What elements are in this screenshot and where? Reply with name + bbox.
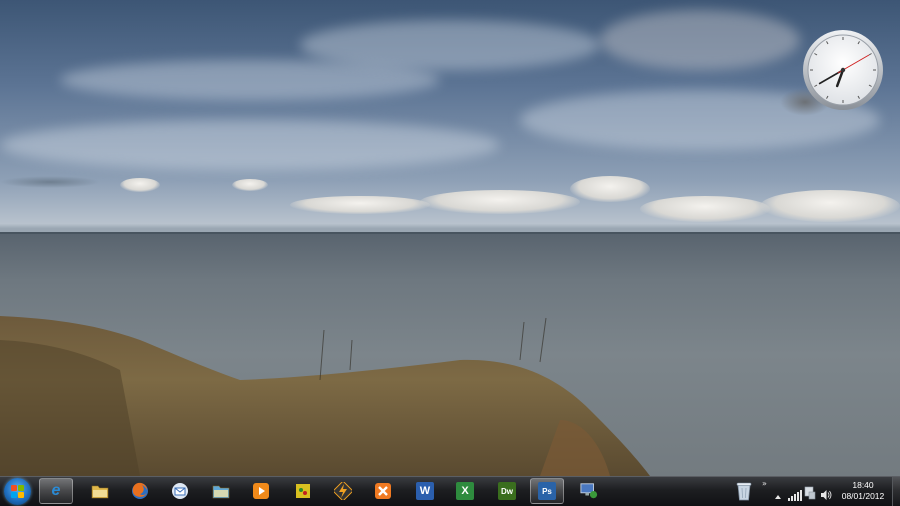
- sky-streak: [0, 120, 500, 170]
- cloud: [420, 190, 580, 214]
- xampp-taskbar-button[interactable]: [366, 478, 400, 504]
- windows-explorer-taskbar-button[interactable]: [83, 478, 117, 504]
- internet-explorer-taskbar-button[interactable]: e: [39, 478, 73, 504]
- cloud: [0, 176, 100, 188]
- network-computer-icon[interactable]: [804, 485, 816, 500]
- show-desktop-button[interactable]: [892, 477, 900, 506]
- photoshop-taskbar-button[interactable]: Ps: [530, 478, 564, 504]
- windows-flag-icon: [11, 485, 25, 499]
- sky-streak: [600, 10, 800, 70]
- recycle-bin-icon[interactable]: [736, 481, 752, 501]
- cloud: [570, 176, 650, 202]
- excel-taskbar-button[interactable]: X: [448, 478, 482, 504]
- start-button[interactable]: [4, 478, 31, 505]
- dreamweaver-icon: Dw: [498, 482, 516, 500]
- cloud: [640, 196, 770, 222]
- horizon: [0, 232, 900, 234]
- media-player-icon: [252, 482, 270, 500]
- cloud: [290, 196, 430, 214]
- cloud: [232, 179, 268, 191]
- cliff-shape: [0, 316, 650, 476]
- thunderbird-icon: [171, 482, 189, 500]
- photoshop-icon: Ps: [538, 482, 556, 500]
- taskbar-clock[interactable]: 18:40 08/01/2012: [838, 480, 888, 502]
- xampp-icon: [374, 482, 392, 500]
- clock-gadget[interactable]: [802, 29, 884, 111]
- word-icon: W: [416, 482, 434, 500]
- clock-time: 18:40: [852, 480, 874, 490]
- chevron-up-icon[interactable]: [774, 486, 784, 499]
- windows-explorer-icon: [91, 482, 109, 500]
- desktop-wallpaper[interactable]: [0, 0, 900, 476]
- cloud: [120, 178, 160, 192]
- analog-clock-face: [803, 30, 883, 110]
- file-manager-icon: [212, 482, 230, 500]
- internet-explorer-icon: e: [51, 482, 61, 499]
- cloud: [760, 190, 900, 222]
- notes-taskbar-button[interactable]: [286, 478, 320, 504]
- winamp-taskbar-button[interactable]: [326, 478, 360, 504]
- taskbar: e W X Dw Ps » 18:40 08/01/2012: [0, 476, 900, 506]
- word-taskbar-button[interactable]: W: [408, 478, 442, 504]
- firefox-taskbar-button[interactable]: [123, 478, 157, 504]
- sky-streak: [300, 20, 600, 70]
- show-more-icon[interactable]: »: [762, 479, 772, 489]
- volume-icon[interactable]: [820, 486, 832, 500]
- notes-icon: [294, 482, 312, 500]
- dreamweaver-taskbar-button[interactable]: Dw: [490, 478, 524, 504]
- clock-date: 08/01/2012: [841, 491, 885, 501]
- remote-desktop-icon: [580, 482, 598, 500]
- winamp-icon: [334, 482, 352, 500]
- network-signal-icon[interactable]: [788, 486, 802, 501]
- firefox-icon: [131, 482, 149, 500]
- excel-icon: X: [456, 482, 474, 500]
- remote-desktop-taskbar-button[interactable]: [572, 478, 606, 504]
- media-player-taskbar-button[interactable]: [244, 478, 278, 504]
- file-manager-taskbar-button[interactable]: [204, 478, 238, 504]
- thunderbird-taskbar-button[interactable]: [163, 478, 197, 504]
